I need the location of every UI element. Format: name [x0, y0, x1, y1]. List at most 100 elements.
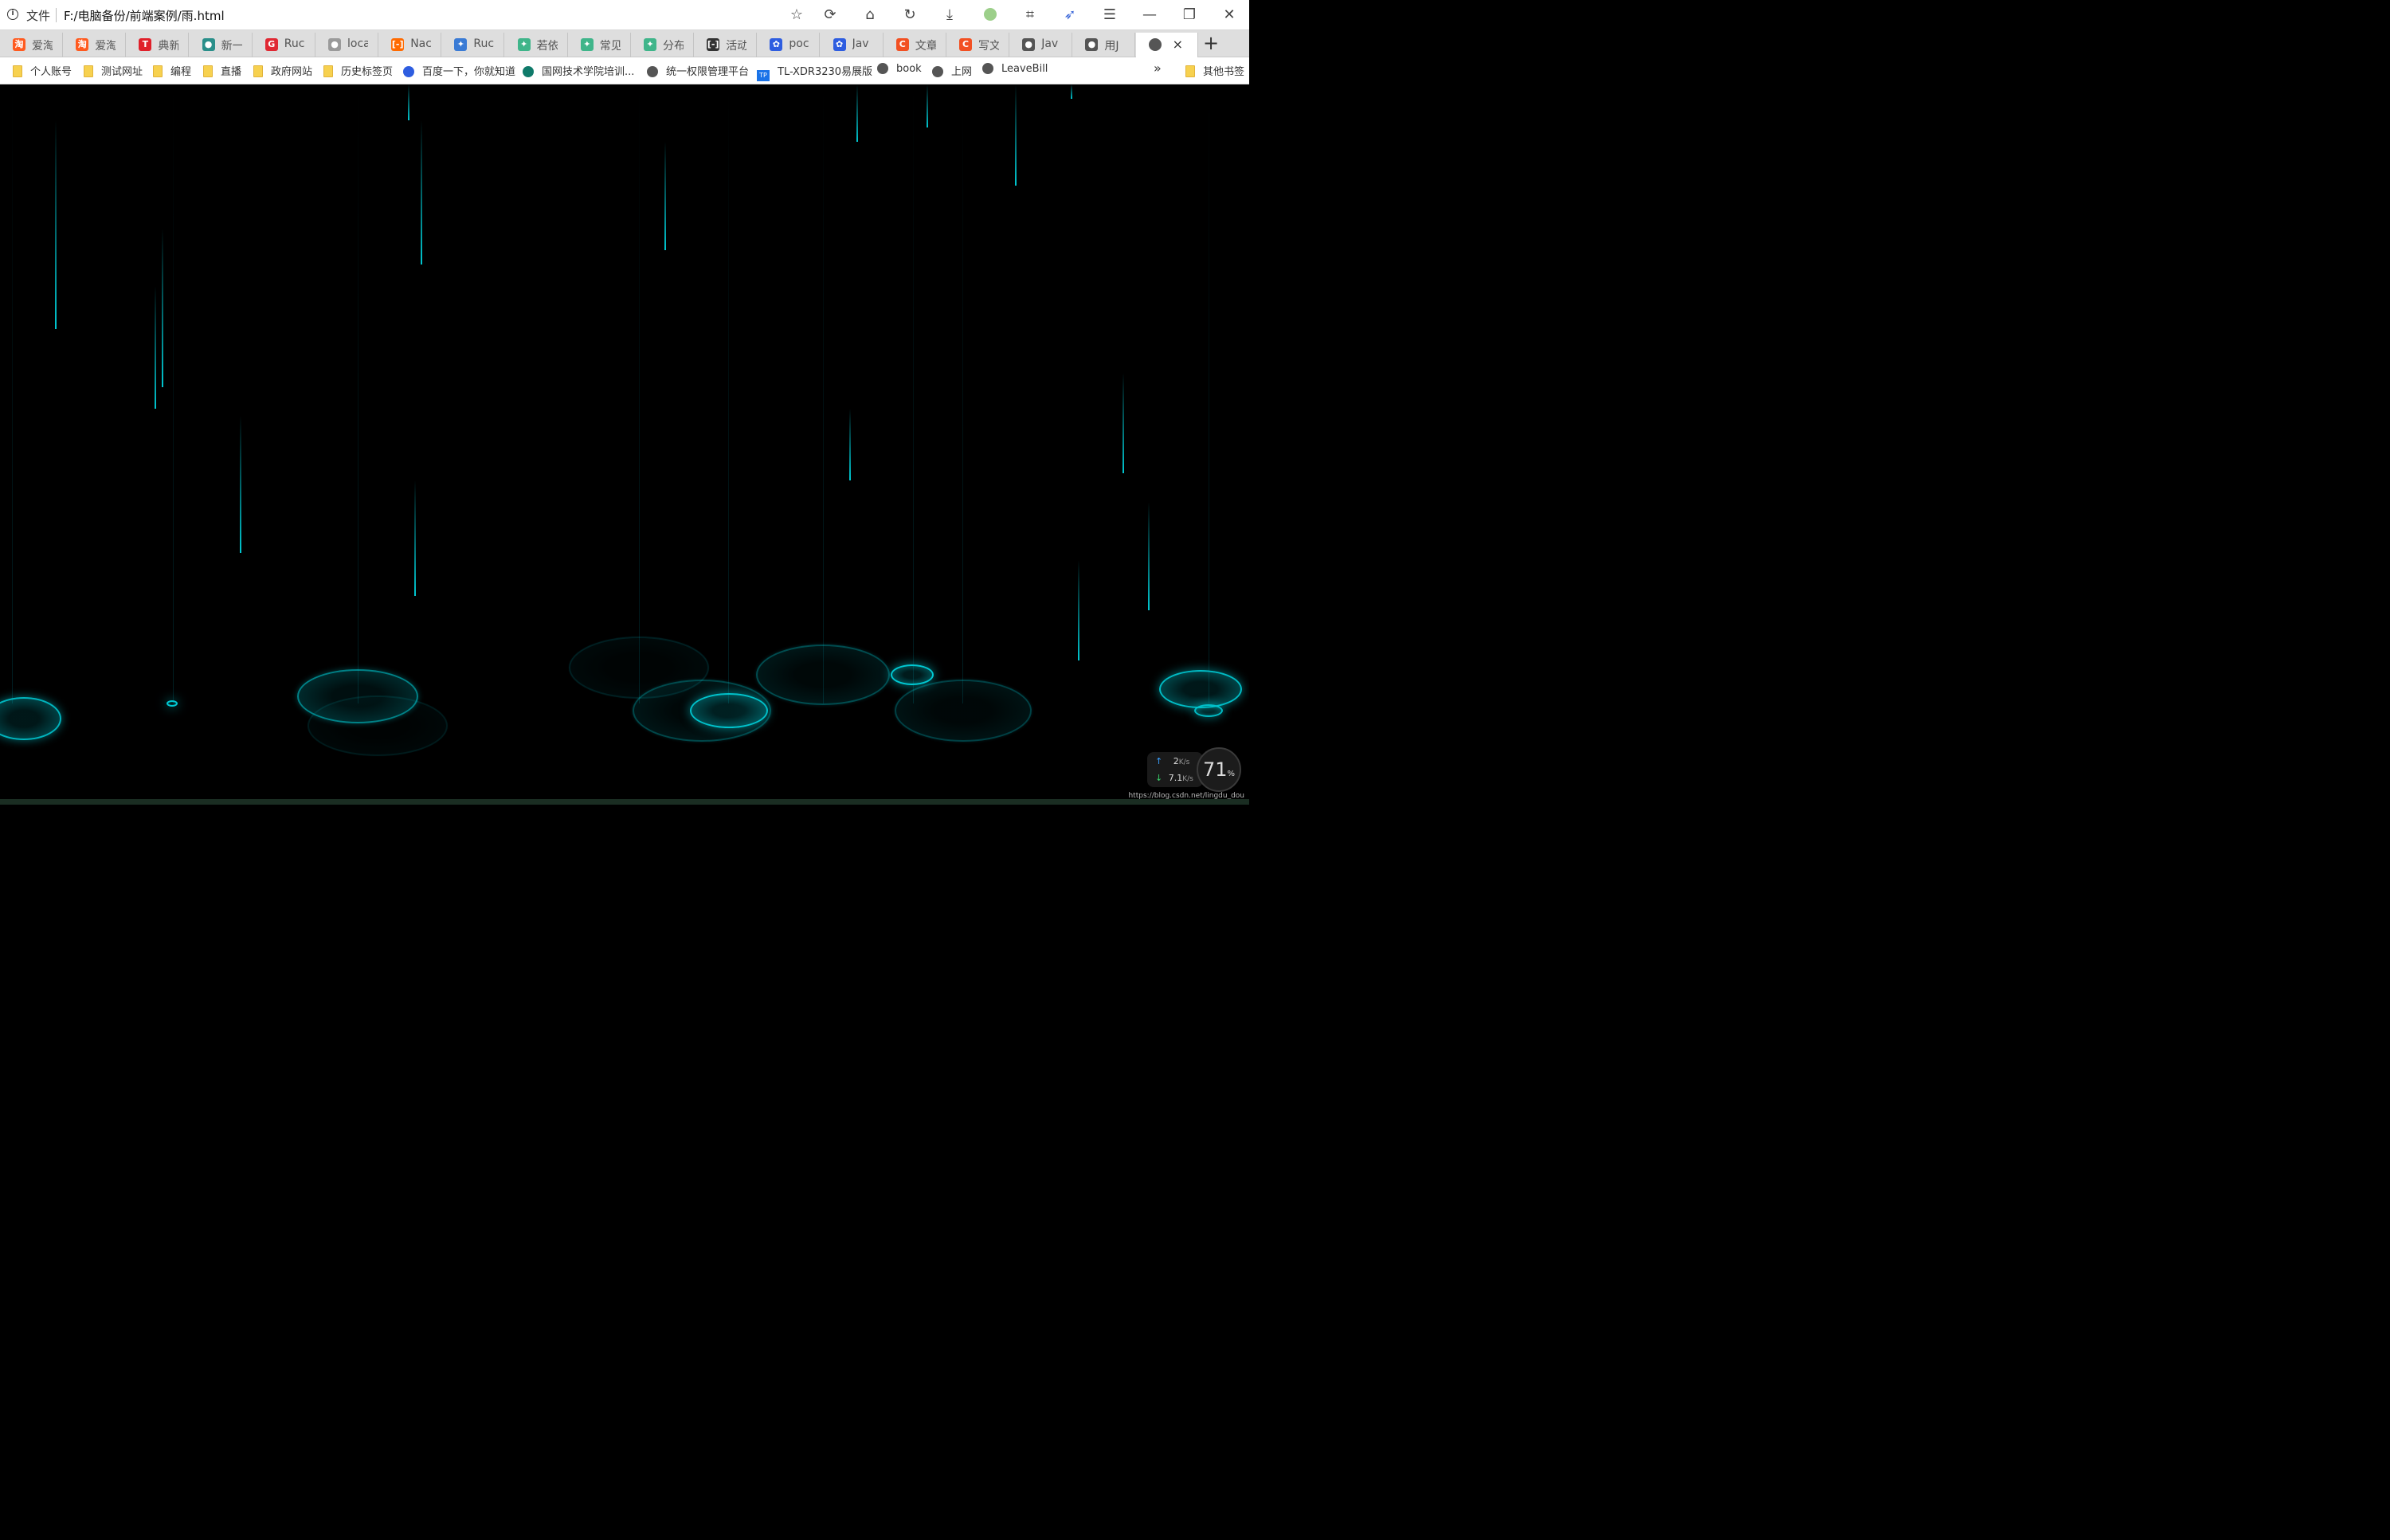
globe-icon: [982, 63, 993, 74]
restore-icon[interactable]: ❐: [1181, 6, 1198, 24]
raindrop: [664, 142, 666, 250]
bookmark-4[interactable]: 政府网站: [253, 63, 312, 79]
raindrop: [1148, 502, 1150, 610]
tab-label: 分布: [663, 40, 684, 53]
tab-15[interactable]: C 写文: [946, 33, 1009, 57]
ripple: [0, 696, 61, 740]
new-tab-button[interactable]: +: [1203, 32, 1219, 54]
tab-2[interactable]: T 典新: [126, 33, 190, 57]
bookmark-label: 测试网址: [101, 66, 143, 78]
tab-label: 典新: [158, 40, 179, 53]
upload-unit: K/s: [1178, 758, 1190, 766]
folder-icon: [13, 65, 22, 77]
bookmark-11[interactable]: 上网: [932, 63, 972, 79]
tab-1[interactable]: 淘爱淘: [63, 33, 127, 57]
undo-icon[interactable]: ↻: [901, 6, 919, 24]
tab-favicon-icon: ✦: [454, 38, 468, 51]
bookmark-9[interactable]: TP TL-XDR3230易展版: [757, 63, 872, 81]
folder-icon: [153, 65, 163, 77]
minimize-icon[interactable]: —: [1141, 6, 1158, 24]
bookmark-2[interactable]: 编程: [153, 63, 191, 79]
tab-label: 若依: [536, 40, 558, 53]
url-input[interactable]: F:/电脑备份/前端案例/雨.html: [64, 7, 225, 24]
upload-arrow-icon: ↑: [1155, 756, 1163, 766]
bookmark-label: LeaveBill: [1001, 63, 1048, 75]
raindrop: [1123, 372, 1124, 474]
info-icon[interactable]: i: [7, 9, 18, 20]
tp-link-icon: TP: [757, 70, 770, 81]
bookmark-1[interactable]: 测试网址: [84, 63, 143, 79]
url-scheme: 文件: [26, 9, 51, 23]
menu-icon[interactable]: ☰: [1101, 6, 1119, 24]
tab-7[interactable]: ✦ Ruc: [441, 33, 505, 57]
refresh-icon[interactable]: ⟳: [821, 6, 839, 24]
bookmark-12[interactable]: LeaveBill: [982, 63, 1048, 79]
bookmark-5[interactable]: 历史标签页: [323, 63, 393, 79]
ripple: [1194, 704, 1223, 718]
bookmark-label: 百度一下，你就知道: [422, 66, 516, 78]
tab-favicon-icon: 淘: [13, 38, 25, 51]
bookmark-10[interactable]: book: [877, 63, 922, 79]
rain-trail: [962, 84, 963, 704]
memory-gauge: 71%: [1197, 747, 1241, 792]
tab-14[interactable]: C 文章: [884, 33, 946, 57]
tab-close-button[interactable]: ×: [1173, 37, 1193, 52]
raindrop: [162, 228, 163, 387]
raindrop: [856, 84, 858, 143]
globe-icon: [877, 63, 888, 74]
tab-5[interactable]: ● loca: [315, 33, 378, 57]
folder-icon: [84, 65, 93, 77]
rain-trail: [173, 84, 174, 704]
bookmark-3[interactable]: 直播: [203, 63, 241, 79]
bookmark-8[interactable]: 统一权限管理平台: [647, 63, 749, 79]
tab-label: poc: [789, 37, 809, 50]
ripple: [756, 645, 890, 706]
home-icon[interactable]: ⌂: [861, 6, 879, 24]
tab-label: Ruc: [284, 37, 305, 50]
download-icon[interactable]: ⤓: [941, 6, 958, 24]
tab-label: Ruc: [473, 37, 495, 50]
other-bookmarks[interactable]: 其他书签: [1185, 63, 1244, 79]
tab-label: 用J: [1104, 40, 1119, 53]
rain-trail: [639, 84, 640, 704]
tab-4[interactable]: G Ruc: [253, 33, 315, 57]
bookmark-6[interactable]: 百度一下，你就知道: [403, 63, 515, 79]
extension-icon[interactable]: [981, 6, 999, 24]
tab-12[interactable]: ✿ poc: [757, 33, 821, 57]
star-icon[interactable]: ☆: [788, 6, 805, 24]
tab-6[interactable]: [-] Nac: [378, 33, 442, 57]
tab-16[interactable]: ● Jav: [1009, 33, 1073, 57]
bookmark-label: book: [896, 63, 922, 75]
tab-9[interactable]: ✦ 常见: [568, 33, 631, 57]
bookmark-label: 政府网站: [271, 66, 313, 78]
tab-10[interactable]: ✦ 分布: [631, 33, 694, 57]
tab-17[interactable]: ● 用J: [1072, 33, 1136, 57]
folder-icon: [253, 65, 263, 77]
download-arrow-icon: ↓: [1155, 773, 1163, 783]
tab-active[interactable]: ×: [1135, 33, 1198, 57]
bookmark-label: 个人账号: [30, 66, 72, 78]
bookmark-7[interactable]: 国网技术学院培训...: [523, 63, 634, 79]
tab-favicon-icon: ●: [328, 38, 341, 51]
tab-3[interactable]: ● 新一: [190, 33, 253, 57]
crop-icon[interactable]: ⌗: [1021, 6, 1039, 24]
bookmark-0[interactable]: 个人账号: [13, 63, 72, 79]
rocket-icon[interactable]: ➶: [1061, 6, 1079, 24]
tab-label: 活动: [726, 40, 747, 53]
bookmark-label: 历史标签页: [341, 66, 394, 78]
baidu-paw-icon: [403, 66, 414, 77]
globe-icon: [647, 66, 658, 77]
tab-11[interactable]: [-] 活动: [694, 33, 758, 57]
tab-label: loca: [347, 37, 368, 50]
tab-8[interactable]: ✦ 若依: [505, 33, 568, 57]
raindrop: [927, 84, 928, 128]
tab-0[interactable]: 淘爱淘: [0, 33, 63, 57]
tab-favicon-icon: T: [139, 38, 152, 51]
bookmarks-overflow-chevron[interactable]: »: [1154, 61, 1162, 76]
folder-icon: [203, 65, 213, 77]
network-speed-widget[interactable]: ↑ 2K/s ↓ 7.1K/s 71%: [1147, 747, 1246, 792]
tab-favicon-icon: ✦: [644, 38, 656, 51]
close-icon[interactable]: ✕: [1220, 6, 1238, 24]
tab-13[interactable]: ✿ Jav: [821, 33, 884, 57]
tab-favicon-icon: ✦: [580, 38, 594, 51]
